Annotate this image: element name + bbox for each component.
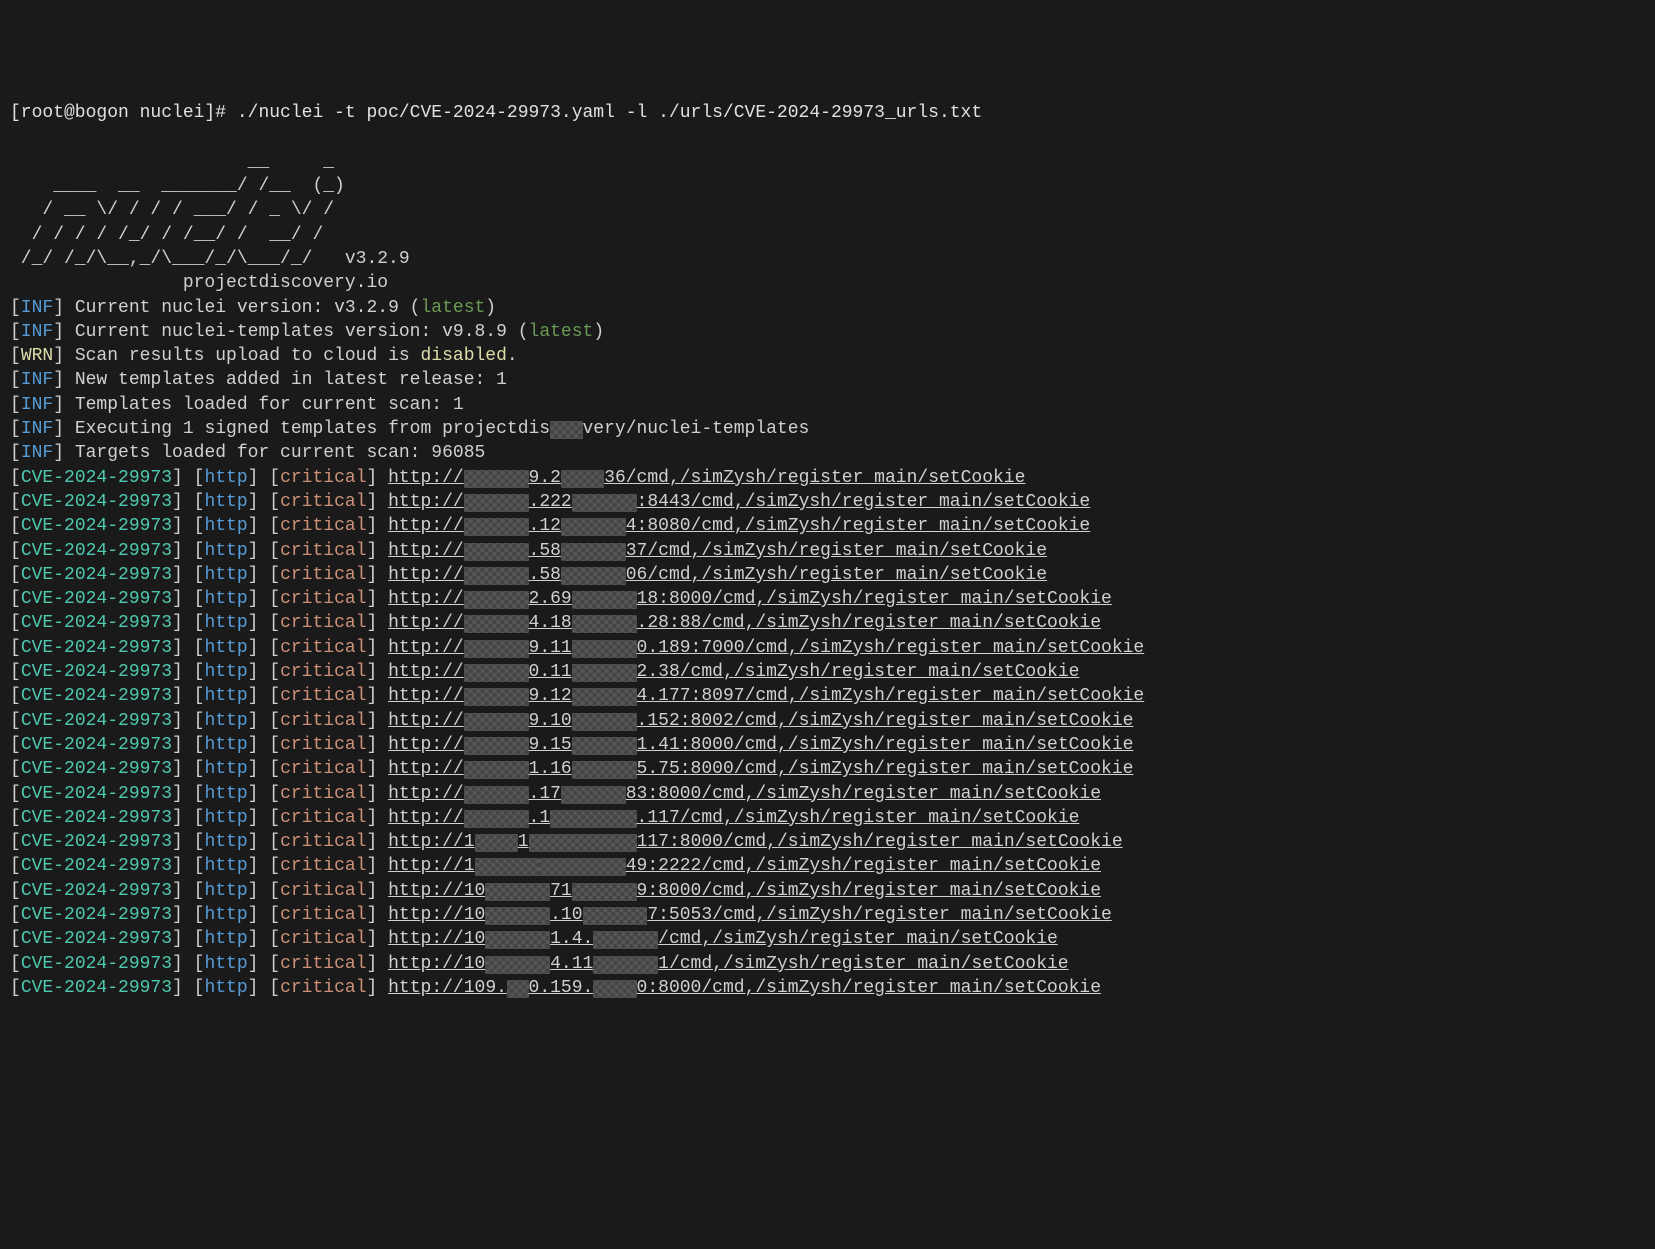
scan-result-line: [CVE-2024-29973] [http] [critical] http:… bbox=[10, 927, 1645, 951]
redacted-ip bbox=[464, 494, 529, 512]
scan-result-line: [CVE-2024-29973] [http] [critical] http:… bbox=[10, 976, 1645, 1000]
scan-result-line: [CVE-2024-29973] [http] [critical] http:… bbox=[10, 514, 1645, 538]
redacted-ip bbox=[464, 518, 529, 536]
redacted-ip bbox=[572, 761, 637, 779]
scan-result-line: [CVE-2024-29973] [http] [critical] http:… bbox=[10, 563, 1645, 587]
redacted-ip bbox=[464, 543, 529, 561]
scan-result-line: [CVE-2024-29973] [http] [critical] http:… bbox=[10, 466, 1645, 490]
scan-result-line: [CVE-2024-29973] [http] [critical] http:… bbox=[10, 490, 1645, 514]
redacted-ip bbox=[485, 907, 550, 925]
ascii-banner-line: /_/ /_/\__,_/\___/_/\___/_/ v3.2.9 bbox=[10, 247, 1645, 271]
log-info-line: [INF] Executing 1 signed templates from … bbox=[10, 417, 1645, 441]
scan-result-line: [CVE-2024-29973] [http] [critical] http:… bbox=[10, 636, 1645, 660]
redacted-ip bbox=[572, 591, 637, 609]
scan-result-line: [CVE-2024-29973] [http] [critical] http:… bbox=[10, 611, 1645, 635]
redacted-ip bbox=[561, 470, 604, 488]
redacted-ip bbox=[464, 567, 529, 585]
redacted-ip bbox=[539, 858, 625, 876]
scan-result-line: [CVE-2024-29973] [http] [critical] http:… bbox=[10, 830, 1645, 854]
ascii-banner-line: projectdiscovery.io bbox=[10, 271, 1645, 295]
redacted-ip bbox=[572, 883, 637, 901]
log-info-line: [INF] New templates added in latest rele… bbox=[10, 368, 1645, 392]
redacted-ip bbox=[464, 470, 529, 488]
scan-result-line: [CVE-2024-29973] [http] [critical] http:… bbox=[10, 709, 1645, 733]
redacted-ip bbox=[593, 956, 658, 974]
scan-result-line: [CVE-2024-29973] [http] [critical] http:… bbox=[10, 879, 1645, 903]
scan-result-line: [CVE-2024-29973] [http] [critical] http:… bbox=[10, 684, 1645, 708]
scan-result-line: [CVE-2024-29973] [http] [critical] http:… bbox=[10, 854, 1645, 878]
scan-result-line: [CVE-2024-29973] [http] [critical] http:… bbox=[10, 806, 1645, 830]
redacted-ip bbox=[561, 518, 626, 536]
redacted-ip bbox=[572, 713, 637, 731]
redacted-ip bbox=[583, 907, 648, 925]
scan-result-line: [CVE-2024-29973] [http] [critical] http:… bbox=[10, 539, 1645, 563]
redacted-ip bbox=[593, 980, 636, 998]
redacted-ip bbox=[572, 494, 637, 512]
redacted-ip bbox=[561, 543, 626, 561]
redacted-ip bbox=[475, 834, 518, 852]
redacted-ip bbox=[464, 640, 529, 658]
scan-result-line: [CVE-2024-29973] [http] [critical] http:… bbox=[10, 660, 1645, 684]
command-prompt-line: [root@bogon nuclei]# ./nuclei -t poc/CVE… bbox=[10, 101, 1645, 125]
scan-result-line: [CVE-2024-29973] [http] [critical] http:… bbox=[10, 952, 1645, 976]
ascii-banner-line: __ _ bbox=[10, 150, 1645, 174]
scan-result-line: [CVE-2024-29973] [http] [critical] http:… bbox=[10, 733, 1645, 757]
log-info-line: [INF] Templates loaded for current scan:… bbox=[10, 393, 1645, 417]
redacted-ip bbox=[550, 810, 636, 828]
redacted-ip bbox=[485, 883, 550, 901]
scan-result-line: [CVE-2024-29973] [http] [critical] http:… bbox=[10, 782, 1645, 806]
redacted-ip bbox=[485, 931, 550, 949]
scan-result-line: [CVE-2024-29973] [http] [critical] http:… bbox=[10, 903, 1645, 927]
scan-result-line: [CVE-2024-29973] [http] [critical] http:… bbox=[10, 587, 1645, 611]
log-info-line: [WRN] Scan results upload to cloud is di… bbox=[10, 344, 1645, 368]
redacted-ip bbox=[572, 737, 637, 755]
redacted-ip bbox=[464, 786, 529, 804]
redacted-ip bbox=[572, 664, 637, 682]
ascii-banner-line: / / / / /_/ / /__/ / __/ / bbox=[10, 223, 1645, 247]
redacted-ip bbox=[561, 786, 626, 804]
redacted-ip bbox=[475, 858, 540, 876]
redacted-ip bbox=[464, 591, 529, 609]
log-info-line: [INF] Current nuclei-templates version: … bbox=[10, 320, 1645, 344]
redacted-ip bbox=[485, 956, 550, 974]
log-info-line: [INF] Targets loaded for current scan: 9… bbox=[10, 441, 1645, 465]
ascii-banner-line: ____ __ _______/ /__ (_) bbox=[10, 174, 1645, 198]
redacted-ip bbox=[464, 664, 529, 682]
redacted-ip bbox=[464, 615, 529, 633]
terminal-output: [root@bogon nuclei]# ./nuclei -t poc/CVE… bbox=[10, 101, 1645, 1000]
redacted-ip bbox=[464, 737, 529, 755]
ascii-banner-line: / __ \/ / / / ___/ / _ \/ / bbox=[10, 198, 1645, 222]
redacted-ip bbox=[572, 615, 637, 633]
redacted-ip bbox=[561, 567, 626, 585]
redacted-ip bbox=[464, 810, 529, 828]
redacted-ip bbox=[507, 980, 529, 998]
redacted-ip bbox=[464, 713, 529, 731]
redacted-ip bbox=[529, 834, 637, 852]
redacted-ip bbox=[572, 688, 637, 706]
redacted-ip bbox=[550, 421, 582, 439]
scan-result-line: [CVE-2024-29973] [http] [critical] http:… bbox=[10, 757, 1645, 781]
redacted-ip bbox=[572, 640, 637, 658]
redacted-ip bbox=[464, 761, 529, 779]
redacted-ip bbox=[593, 931, 658, 949]
log-info-line: [INF] Current nuclei version: v3.2.9 (la… bbox=[10, 296, 1645, 320]
redacted-ip bbox=[464, 688, 529, 706]
